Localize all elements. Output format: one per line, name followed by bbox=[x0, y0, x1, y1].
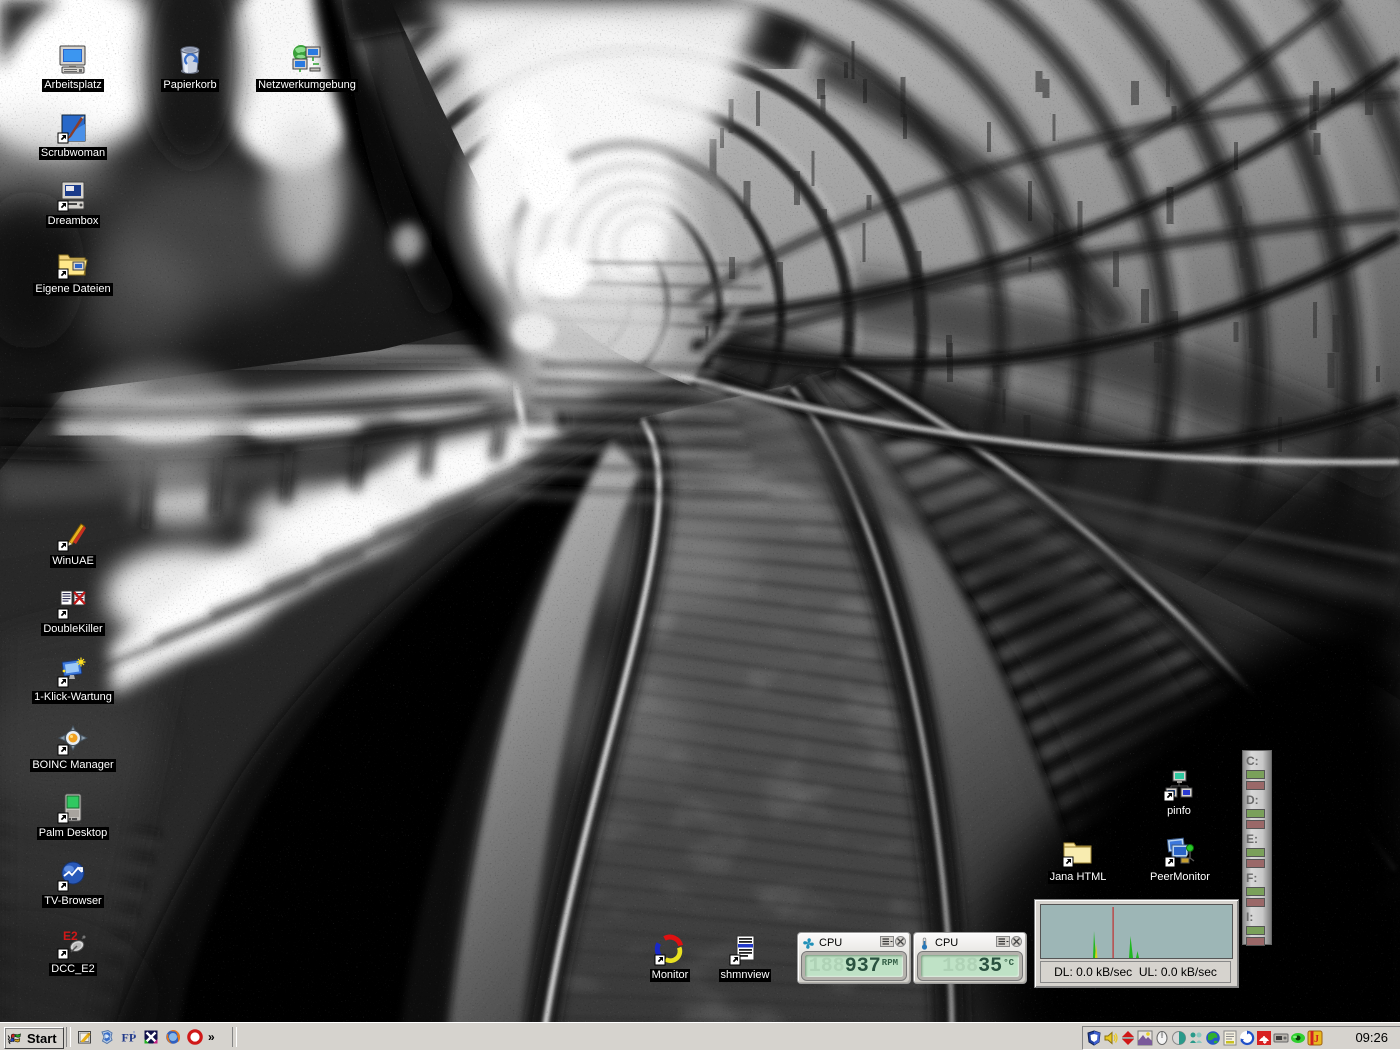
svg-text:J: J bbox=[1314, 1034, 1319, 1045]
